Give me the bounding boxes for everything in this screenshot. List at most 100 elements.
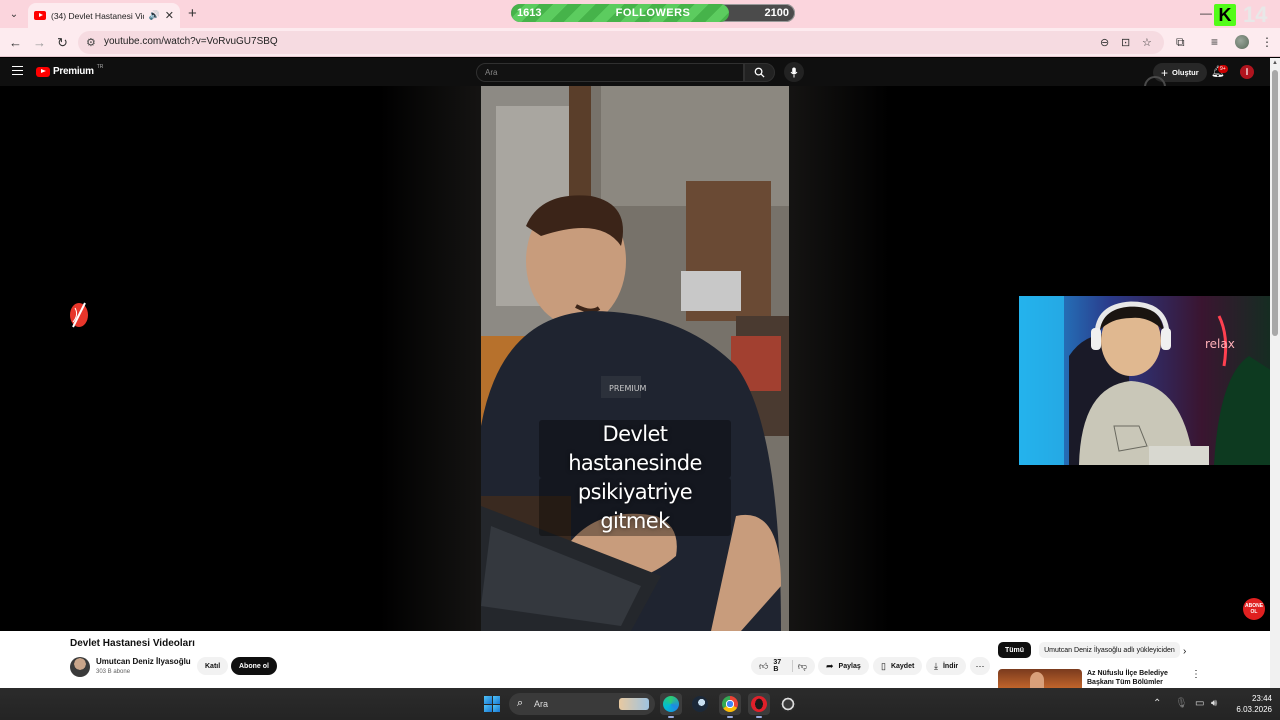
install-app-icon[interactable]: ⊡: [1121, 36, 1130, 49]
voice-search-button[interactable]: [784, 62, 804, 82]
search-highlight-art: [619, 698, 649, 710]
reload-icon[interactable]: ↻: [57, 35, 68, 51]
logo-country-code: TR: [96, 63, 104, 70]
clock-date: 6.03.2026: [1236, 705, 1272, 714]
followers-goal-bar: 1613 FOLLOWERS 2100: [511, 4, 795, 22]
chrome-app-icon[interactable]: [719, 693, 741, 718]
chip-all[interactable]: Tümü: [998, 642, 1032, 658]
video-player[interactable]: PREMIUM Devlet hastanesinde psikiyatriye…: [0, 86, 1280, 631]
recommended-more-icon[interactable]: ⋮: [1191, 669, 1201, 680]
download-icon: ⤓: [934, 660, 938, 671]
more-actions-button[interactable]: ⋯: [970, 657, 990, 675]
extensions-icon[interactable]: ⧉: [1176, 35, 1185, 50]
taskbar-search-placeholder: Ara: [534, 699, 549, 709]
channel-name[interactable]: Umutcan Deniz İlyasoğlu: [96, 657, 191, 666]
share-label: Paylaş: [838, 662, 861, 670]
like-dislike-group: 👍︎ 37 B 👎︎: [751, 657, 815, 675]
recommendation-filter-chips: Tümü Umutcan Deniz İlyasoğlu adlı yükley…: [998, 642, 1180, 658]
url-text[interactable]: youtube.com/watch?v=VoRvuGU7SBQ: [104, 36, 278, 47]
thumbs-up-icon[interactable]: 👍︎: [759, 661, 768, 672]
edge-app-icon[interactable]: [660, 693, 682, 718]
browser-tab-strip: ⌄ (34) Devlet Hastanesi Videoları - YouT…: [0, 0, 1280, 28]
scroll-up-arrow-icon[interactable]: ▲: [1272, 60, 1278, 66]
youtube-search-input[interactable]: Ara: [476, 63, 744, 82]
video-scene-illustration: PREMIUM: [481, 86, 789, 631]
more-horizontal-icon: ⋯: [975, 660, 985, 671]
windows-start-icon[interactable]: [484, 696, 500, 712]
followers-goal: 2100: [764, 7, 789, 19]
tab-close-icon[interactable]: ✕: [165, 9, 174, 22]
like-divider: [791, 660, 793, 672]
feather-logo-icon: [70, 302, 88, 328]
microphone-icon: [790, 67, 798, 77]
chevron-right-icon[interactable]: ›: [1183, 646, 1186, 657]
network-icon[interactable]: ▭: [1195, 698, 1204, 709]
youtube-header: Premium TR Ara + Oluştur 🔔︎: [0, 58, 1270, 86]
forward-arrow-icon[interactable]: →: [33, 35, 46, 50]
streamer-webcam: relax: [1019, 296, 1280, 465]
tab-list-chevron-icon[interactable]: ⌄: [6, 6, 22, 22]
recommended-video-title[interactable]: Az Nüfuslu İlçe Belediye Başkanı Tüm Böl…: [1087, 669, 1183, 687]
youtube-premium-logo[interactable]: Premium TR: [36, 63, 104, 77]
video-title: Devlet Hastanesi Videoları: [70, 638, 195, 649]
save-label: Kaydet: [890, 662, 915, 670]
thumbs-down-icon[interactable]: 👎︎: [798, 661, 807, 672]
clock-time: 23:44: [1251, 694, 1272, 703]
youtube-account-avatar[interactable]: İ: [1240, 65, 1254, 79]
microphone-tray-icon[interactable]: 🎙︎: [1175, 698, 1188, 709]
opera-gx-app-icon[interactable]: [748, 693, 770, 718]
zoom-icon[interactable]: ⊖: [1100, 36, 1109, 49]
search-placeholder: Ara: [485, 68, 498, 77]
share-arrow-icon: ➦: [826, 660, 834, 671]
volume-icon[interactable]: 🔊︎: [1211, 698, 1217, 709]
tray-overflow-chevron-icon[interactable]: ⌃: [1153, 698, 1161, 709]
browser-menu-icon[interactable]: ⋮: [1261, 35, 1273, 49]
taskbar-search-box[interactable]: ⌕ Ara: [509, 693, 655, 715]
search-button[interactable]: [744, 63, 775, 82]
subscribe-overlay-badge[interactable]: ABONE OL: [1243, 598, 1265, 620]
video-info-section: Devlet Hastanesi Videoları Umutcan Deniz…: [0, 631, 1270, 688]
page-scrollbar[interactable]: ▲: [1270, 58, 1280, 688]
new-tab-button[interactable]: +: [188, 5, 197, 22]
address-bar[interactable]: ⚙ youtube.com/watch?v=VoRvuGU7SBQ ⊖ ⊡ ☆: [78, 31, 1164, 54]
channel-avatar[interactable]: [70, 657, 90, 677]
steam-app-icon[interactable]: [689, 693, 711, 715]
speaker-icon[interactable]: 🔊: [149, 10, 160, 21]
back-arrow-icon[interactable]: ←: [9, 35, 22, 50]
webcam-scene-illustration: relax: [1019, 296, 1280, 465]
share-button[interactable]: ➦ Paylaş: [818, 657, 869, 675]
download-button[interactable]: ⤓ İndir: [926, 657, 967, 675]
browser-toolbar: ← → ↻ ⚙ youtube.com/watch?v=VoRvuGU7SBQ …: [0, 28, 1280, 57]
browser-tab[interactable]: (34) Devlet Hastanesi Videoları - YouTub…: [28, 3, 180, 28]
logo-wordmark: Premium: [53, 66, 94, 77]
save-button[interactable]: ▯ Kaydet: [873, 657, 923, 675]
subscriber-count: 303 B abone: [96, 669, 131, 675]
svg-text:relax: relax: [1205, 337, 1235, 351]
scrollbar-thumb[interactable]: [1272, 70, 1278, 336]
browser-profile-avatar[interactable]: [1235, 35, 1249, 49]
recommended-video-thumbnail[interactable]: [998, 669, 1082, 688]
obs-app-icon[interactable]: [777, 693, 799, 715]
subscribe-button[interactable]: Abone ol: [231, 657, 277, 675]
windows-taskbar: ⌕ Ara ⌃ 🎙︎ ▭ 🔊︎ 23:44 6.03.2026: [0, 688, 1280, 720]
menu-hamburger-icon[interactable]: [12, 66, 23, 75]
taskbar-search-icon: ⌕: [517, 697, 524, 709]
like-count[interactable]: 37 B: [773, 659, 787, 673]
svg-text:PREMIUM: PREMIUM: [609, 384, 647, 393]
download-label: İndir: [942, 662, 959, 670]
media-controls-icon[interactable]: ≡: [1211, 35, 1218, 49]
site-info-icon[interactable]: ⚙: [86, 36, 96, 49]
caption-line-2: psikiyatriye gitmek: [539, 478, 731, 536]
youtube-play-icon: [36, 66, 50, 77]
join-button[interactable]: Katıl: [197, 657, 229, 675]
minimize-icon[interactable]: —: [1200, 6, 1212, 20]
kick-overlay-number: 14: [1243, 2, 1268, 27]
caption-line-1: Devlet hastanesinde: [539, 420, 731, 478]
tab-title: (34) Devlet Hastanesi Videoları - YouTub…: [51, 10, 144, 21]
system-clock[interactable]: 23:44 6.03.2026: [1228, 693, 1272, 715]
search-icon: [754, 67, 765, 78]
chip-from-uploader[interactable]: Umutcan Deniz İlyasoğlu adlı yükleyicide…: [1039, 642, 1180, 658]
video-frame[interactable]: PREMIUM: [481, 86, 789, 631]
bookmark-star-icon[interactable]: ☆: [1142, 36, 1152, 49]
followers-label: FOLLOWERS: [615, 7, 691, 19]
